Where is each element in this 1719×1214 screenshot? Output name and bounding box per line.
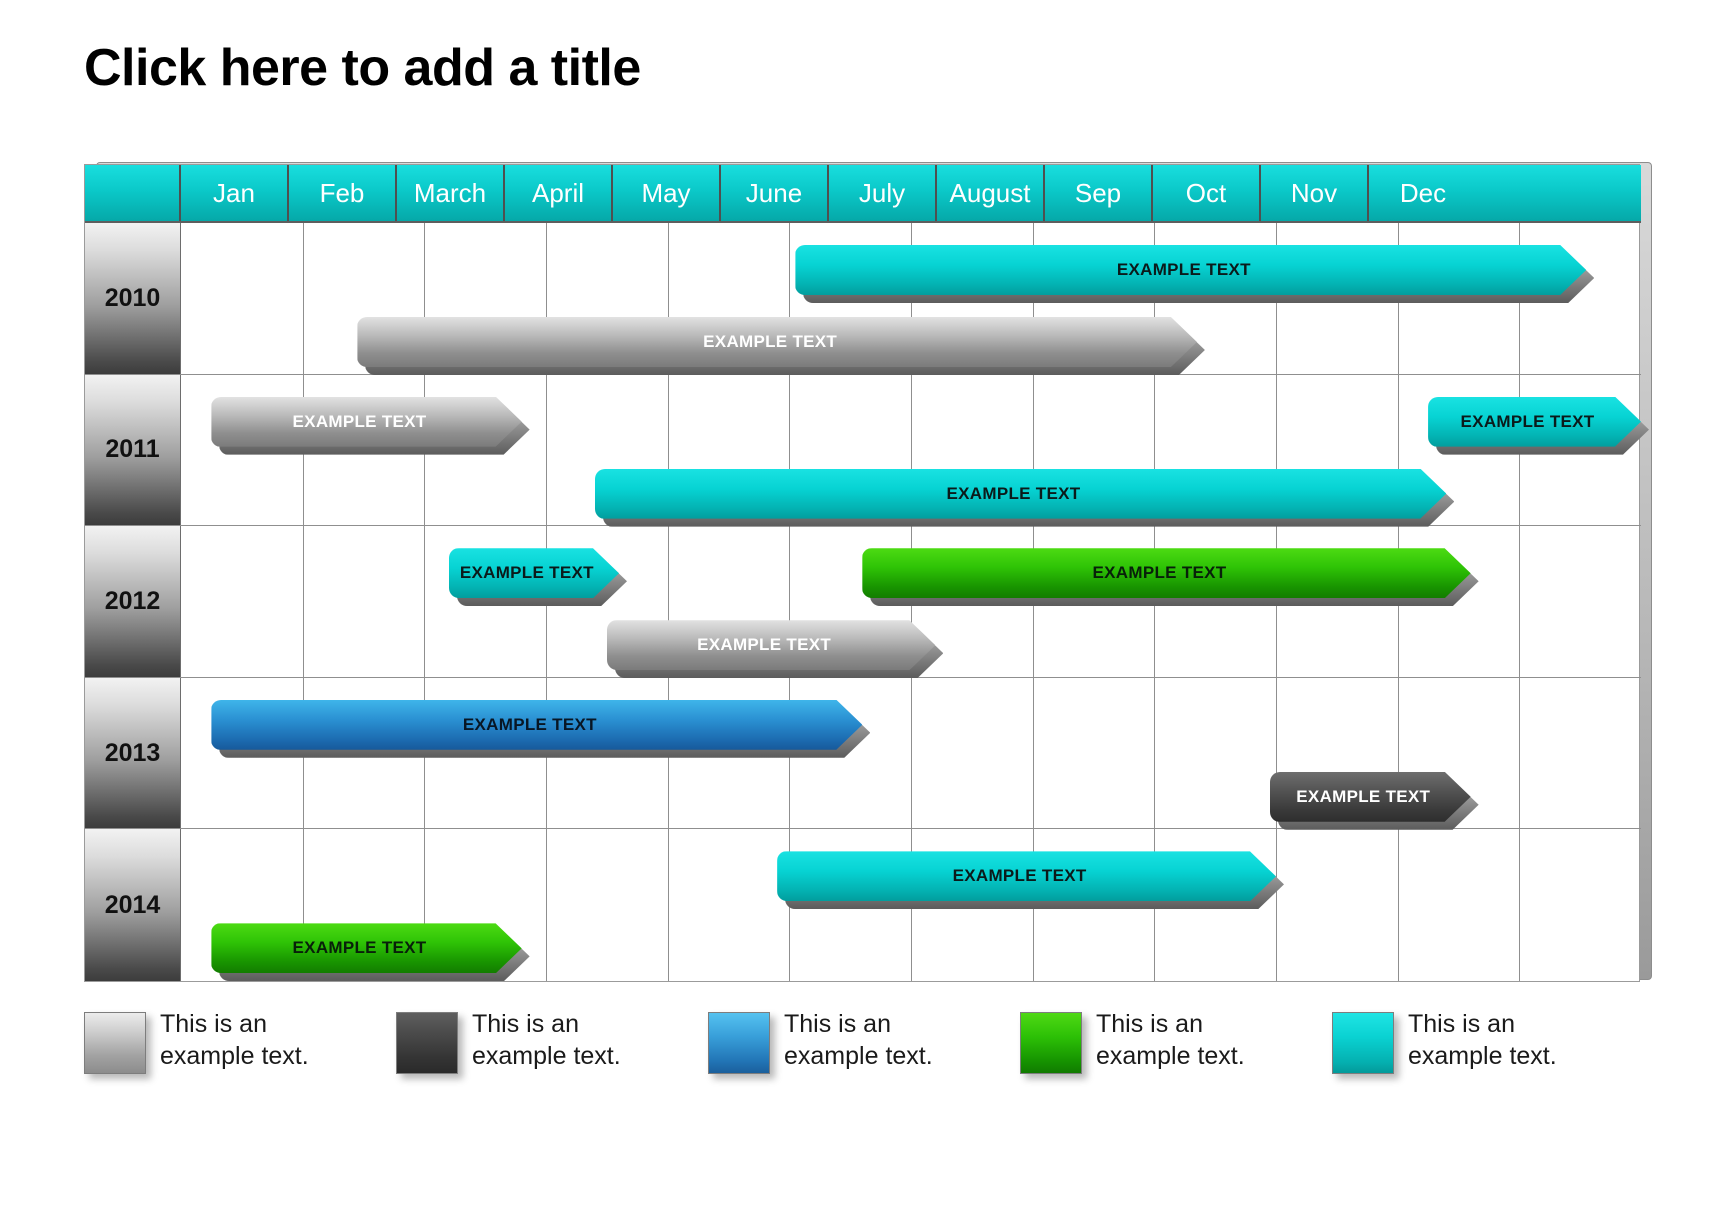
legend-label: This is an example text. [1096,1010,1245,1070]
gridline [911,677,912,829]
gantt-bar-body[interactable]: EXAMPLE TEXT [1428,397,1641,447]
gridline [1032,677,1034,829]
legend-item-silver[interactable]: This is an example text. [84,1008,396,1118]
year-label-2012[interactable]: 2012 [85,526,181,677]
legend: This is an example text. This is an examp… [84,1008,1644,1118]
month-header-april[interactable]: April [505,165,613,221]
gantt-bar-body[interactable]: EXAMPLE TEXT [595,469,1447,519]
legend-swatch-silver-icon [84,1012,146,1074]
gridline [1519,677,1521,829]
gantt-row-2014: 2014 EXAMPLE TEXT EXAMPLE TEXT [85,829,1641,981]
legend-swatch-blue-icon [708,1012,770,1074]
month-header-jan[interactable]: Jan [181,165,289,221]
year-label-2011[interactable]: 2011 [85,374,181,526]
gantt-bar-body[interactable]: EXAMPLE TEXT [1270,772,1471,822]
legend-label: This is an example text. [160,1010,309,1070]
month-header-feb[interactable]: Feb [289,165,397,221]
gantt-row-2012: 2012 EXAMPLE TEXT EXAMPLE TEXT EXAMPLE TEXT [85,526,1641,678]
month-header-dec[interactable]: Dec [1369,165,1477,221]
year-label-2013[interactable]: 2013 [85,677,181,829]
gantt-bar-body[interactable]: EXAMPLE TEXT [357,317,1197,367]
gantt-bar[interactable]: EXAMPLE TEXT [777,851,1276,909]
gantt-row-2010: 2010 EXAMPLE TEXT EXAMPLE TEXT [85,223,1641,375]
gridline [1397,829,1399,981]
gantt-bar[interactable]: EXAMPLE TEXT [1428,397,1641,455]
gantt-bar-body[interactable]: EXAMPLE TEXT [607,620,936,670]
gantt-bar[interactable]: EXAMPLE TEXT [862,548,1470,606]
gantt-bar-body[interactable]: EXAMPLE TEXT [795,245,1586,295]
gantt-bar[interactable]: EXAMPLE TEXT [1270,772,1471,830]
gantt-bar-body[interactable]: EXAMPLE TEXT [777,851,1276,901]
month-header-may[interactable]: May [613,165,721,221]
gridline [1154,677,1156,829]
gridline [546,374,547,526]
grid-area-2012: EXAMPLE TEXT EXAMPLE TEXT EXAMPLE TEXT [181,526,1641,677]
gantt-bar-body[interactable]: EXAMPLE TEXT [211,923,521,973]
month-header-june[interactable]: June [721,165,829,221]
header-corner-cell [85,165,181,221]
gridline [1519,526,1521,677]
legend-label: This is an example text. [784,1010,933,1070]
gridline [546,829,547,981]
month-header-july[interactable]: July [829,165,937,221]
page-title[interactable]: Click here to add a title [84,38,641,98]
legend-item-green[interactable]: This is an example text. [1020,1008,1332,1118]
gantt-bar-body[interactable]: EXAMPLE TEXT [449,548,619,598]
grid-area-2011: EXAMPLE TEXT EXAMPLE TEXT EXAMPLE TEXT [181,374,1641,527]
gantt-bar[interactable]: EXAMPLE TEXT [357,317,1197,375]
grid-area-2013: EXAMPLE TEXT EXAMPLE TEXT [181,677,1641,830]
gantt-bar-body[interactable]: EXAMPLE TEXT [862,548,1470,598]
gridline [667,829,669,981]
year-label-2014[interactable]: 2014 [85,829,181,981]
gridline [424,526,426,677]
gantt-bar[interactable]: EXAMPLE TEXT [595,469,1447,527]
month-header-sep[interactable]: Sep [1045,165,1153,221]
gantt-bar-body[interactable]: EXAMPLE TEXT [211,397,521,447]
month-header-march[interactable]: March [397,165,505,221]
gantt-chart: Jan Feb March April May June July August Sep Oct N… [84,164,1640,982]
gridline [302,223,304,374]
gridline [1276,829,1277,981]
gantt-bar-body[interactable]: EXAMPLE TEXT [211,700,862,750]
grid-area-2010: EXAMPLE TEXT EXAMPLE TEXT [181,223,1641,374]
gantt-bar[interactable]: EXAMPLE TEXT [211,700,862,758]
legend-label: This is an example text. [472,1010,621,1070]
gantt-bar[interactable]: EXAMPLE TEXT [449,548,619,606]
legend-swatch-dark-icon [396,1012,458,1074]
legend-label: This is an example text. [1408,1010,1557,1070]
gantt-body: 2010 EXAMPLE TEXT EXAMPLE TEXT 2011 EXAMPLE … [85,223,1641,981]
month-header-row: Jan Feb March April May June July August Sep Oct N… [85,165,1641,223]
gantt-bar[interactable]: EXAMPLE TEXT [211,923,521,981]
gantt-bar[interactable]: EXAMPLE TEXT [211,397,521,455]
month-header-nov[interactable]: Nov [1261,165,1369,221]
legend-item-cyan[interactable]: This is an example text. [1332,1008,1644,1118]
slide-canvas: Click here to add a title Jan Feb March Apr… [0,0,1719,1214]
gantt-row-2013: 2013 EXAMPLE TEXT EXAMPLE TEXT [85,677,1641,830]
legend-item-dark[interactable]: This is an example text. [396,1008,708,1118]
gantt-bar[interactable]: EXAMPLE TEXT [795,245,1586,303]
gridline [1519,829,1521,981]
year-label-2010[interactable]: 2010 [85,223,181,374]
month-header-oct[interactable]: Oct [1153,165,1261,221]
month-header-august[interactable]: August [937,165,1045,221]
grid-area-2014: EXAMPLE TEXT EXAMPLE TEXT [181,829,1641,981]
legend-swatch-green-icon [1020,1012,1082,1074]
legend-item-blue[interactable]: This is an example text. [708,1008,1020,1118]
legend-swatch-cyan-icon [1332,1012,1394,1074]
gridline [302,526,304,677]
gantt-bar[interactable]: EXAMPLE TEXT [607,620,936,678]
gantt-row-2011: 2011 EXAMPLE TEXT EXAMPLE TEXT EXAMPLE TEXT [85,374,1641,527]
